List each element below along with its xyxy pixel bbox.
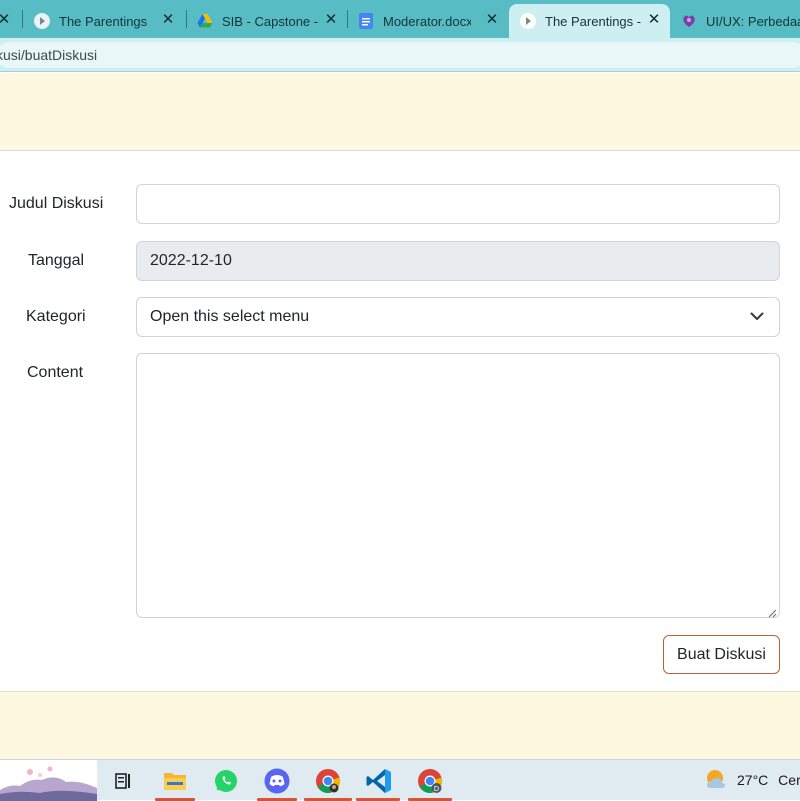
whatsapp-icon[interactable] — [213, 768, 239, 794]
content-label: Content — [27, 364, 84, 381]
tab-uiux-perbedaan[interactable]: UI/UX: Perbedaa — [681, 4, 800, 38]
title-input[interactable] — [136, 184, 780, 224]
buat-diskusi-button[interactable]: Buat Diskusi — [663, 635, 780, 674]
category-select[interactable]: Open this select menu — [136, 297, 780, 337]
tab-label: Moderator.docx — [383, 13, 471, 29]
tab-label: The Parentings — [59, 13, 148, 29]
tab-sib-capstone[interactable]: SIB - Capstone - ✕ — [197, 4, 347, 38]
google-drive-icon — [197, 13, 213, 29]
tab-the-parentings-1[interactable]: The Parentings ✕ — [34, 4, 184, 38]
discord-icon[interactable] — [264, 768, 290, 794]
tab-close-icon[interactable]: ✕ — [0, 12, 12, 28]
category-label: Kategori — [26, 308, 86, 325]
tab-label: The Parentings - — [545, 13, 641, 29]
temperature: 27°C — [737, 772, 769, 788]
content-textarea[interactable] — [136, 353, 780, 618]
weather-icon[interactable] — [704, 768, 728, 792]
tab-separator — [186, 10, 187, 28]
date-input: 2022-12-10 — [136, 241, 780, 281]
chrome-profile-icon[interactable]: D — [417, 768, 443, 794]
address-bar: kusi/buatDiskusi — [0, 38, 800, 72]
page-footer — [0, 691, 800, 759]
tab-previous-partial[interactable]: ✕ — [0, 4, 20, 38]
taskbar: D 27°C Cera — [0, 759, 800, 801]
file-explorer-icon[interactable] — [162, 768, 188, 794]
url-field[interactable]: kusi/buatDiskusi — [0, 42, 800, 68]
date-label: Tanggal — [28, 252, 85, 269]
chrome-icon[interactable] — [315, 768, 341, 794]
google-docs-icon — [358, 13, 374, 29]
tab-close-icon[interactable]: ✕ — [323, 12, 339, 28]
category-select-value: Open this select menu — [150, 308, 310, 325]
vscode-icon[interactable] — [366, 768, 392, 794]
task-view-icon[interactable] — [110, 768, 136, 794]
resize-grip-icon[interactable] — [767, 605, 777, 618]
browser-tab-strip: ✕ The Parentings ✕ SIB - Capstone - ✕ Mo… — [0, 0, 800, 38]
heart-flower-icon — [681, 13, 697, 29]
date-input-value: 2022-12-10 — [150, 252, 232, 269]
tab-moderator-docx[interactable]: Moderator.docx ✕ — [358, 4, 508, 38]
weather-readout[interactable]: 27°C Cera — [737, 772, 800, 788]
tab-label: SIB - Capstone - — [222, 13, 319, 29]
tab-close-icon[interactable]: ✕ — [160, 12, 176, 28]
tab-the-parentings-active[interactable]: The Parentings - ✕ — [509, 4, 670, 38]
svg-text:D: D — [434, 785, 439, 793]
parentings-icon — [34, 13, 50, 29]
chevron-down-icon — [749, 308, 765, 324]
page-header — [0, 73, 800, 151]
weather-text: Cera — [778, 772, 800, 788]
tab-close-icon[interactable]: ✕ — [484, 12, 500, 28]
tab-close-icon[interactable]: ✕ — [646, 12, 662, 28]
tab-label: UI/UX: Perbedaa — [706, 13, 800, 29]
tab-separator — [22, 10, 23, 28]
title-label: Judul Diskusi — [9, 195, 104, 212]
widgets-thumbnail[interactable] — [0, 760, 97, 801]
parentings-icon — [520, 13, 536, 29]
tab-separator — [347, 10, 348, 28]
